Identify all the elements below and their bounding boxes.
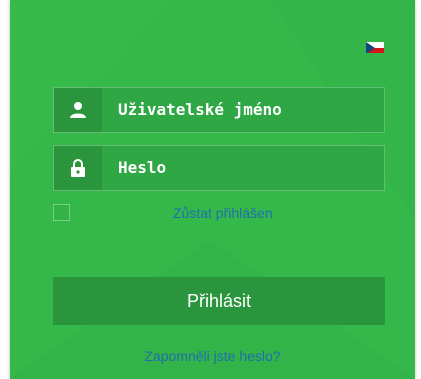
username-input[interactable]: Uživatelské jméno: [118, 88, 282, 132]
login-panel: Uživatelské jméno Heslo Zůstat přihlášen…: [10, 0, 415, 379]
username-field[interactable]: Uživatelské jméno: [53, 87, 385, 133]
czech-flag-icon[interactable]: [366, 41, 384, 53]
forgot-password-link[interactable]: Zapomněli jste heslo?: [10, 348, 415, 364]
remember-label[interactable]: Zůstat přihlášen: [173, 205, 273, 221]
password-input[interactable]: Heslo: [118, 146, 166, 190]
lock-icon: [54, 146, 102, 190]
user-icon: [54, 88, 102, 132]
remember-checkbox[interactable]: [53, 204, 70, 221]
login-button[interactable]: Přihlásit: [53, 277, 385, 325]
password-field[interactable]: Heslo: [53, 145, 385, 191]
